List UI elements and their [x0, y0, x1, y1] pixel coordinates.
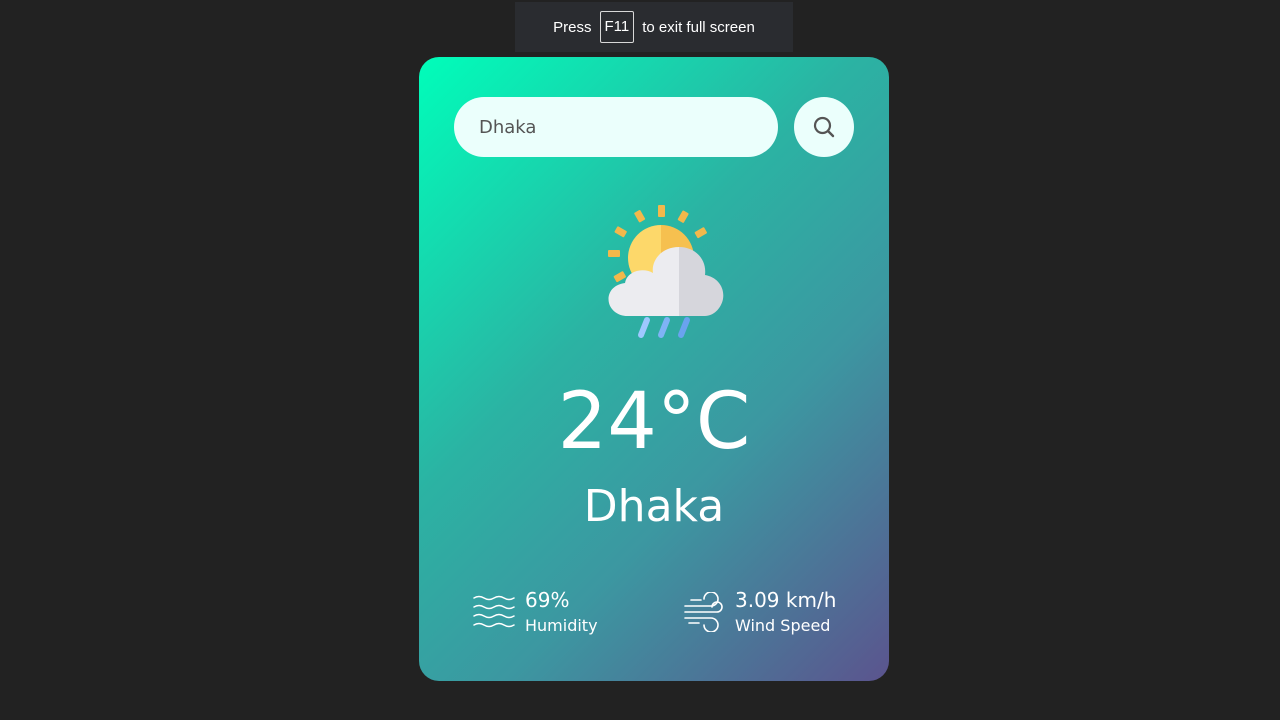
- city-search-input[interactable]: [454, 97, 778, 157]
- fullscreen-notice: Press F11 to exit full screen: [515, 2, 793, 52]
- humidity-detail: 69% Humidity: [473, 587, 598, 637]
- wind-speed-label: Wind Speed: [735, 616, 831, 635]
- wind-speed-value: 3.09 km/h: [735, 588, 837, 612]
- sun-cloud-rain-icon: [608, 205, 724, 338]
- temperature-display: 24°C: [557, 377, 751, 467]
- city-name: Dhaka: [583, 481, 725, 532]
- search-icon: [813, 116, 835, 138]
- humidity-label: Humidity: [525, 616, 598, 635]
- humidity-text: 69% Humidity: [525, 587, 598, 637]
- wind-detail: 3.09 km/h Wind Speed: [683, 587, 836, 637]
- humidity-value: 69%: [525, 588, 570, 612]
- wind-icon: [684, 592, 723, 632]
- search-button[interactable]: [794, 97, 854, 157]
- fullscreen-press-text: Press: [553, 18, 592, 36]
- humidity-waves-icon: [473, 595, 515, 628]
- weather-card: 24°C Dhaka 69% Humidity 3: [419, 57, 889, 681]
- fullscreen-exit-text: to exit full screen: [642, 18, 755, 36]
- wind-text: 3.09 km/h Wind Speed: [735, 587, 836, 637]
- f11-key-badge: F11: [599, 11, 635, 43]
